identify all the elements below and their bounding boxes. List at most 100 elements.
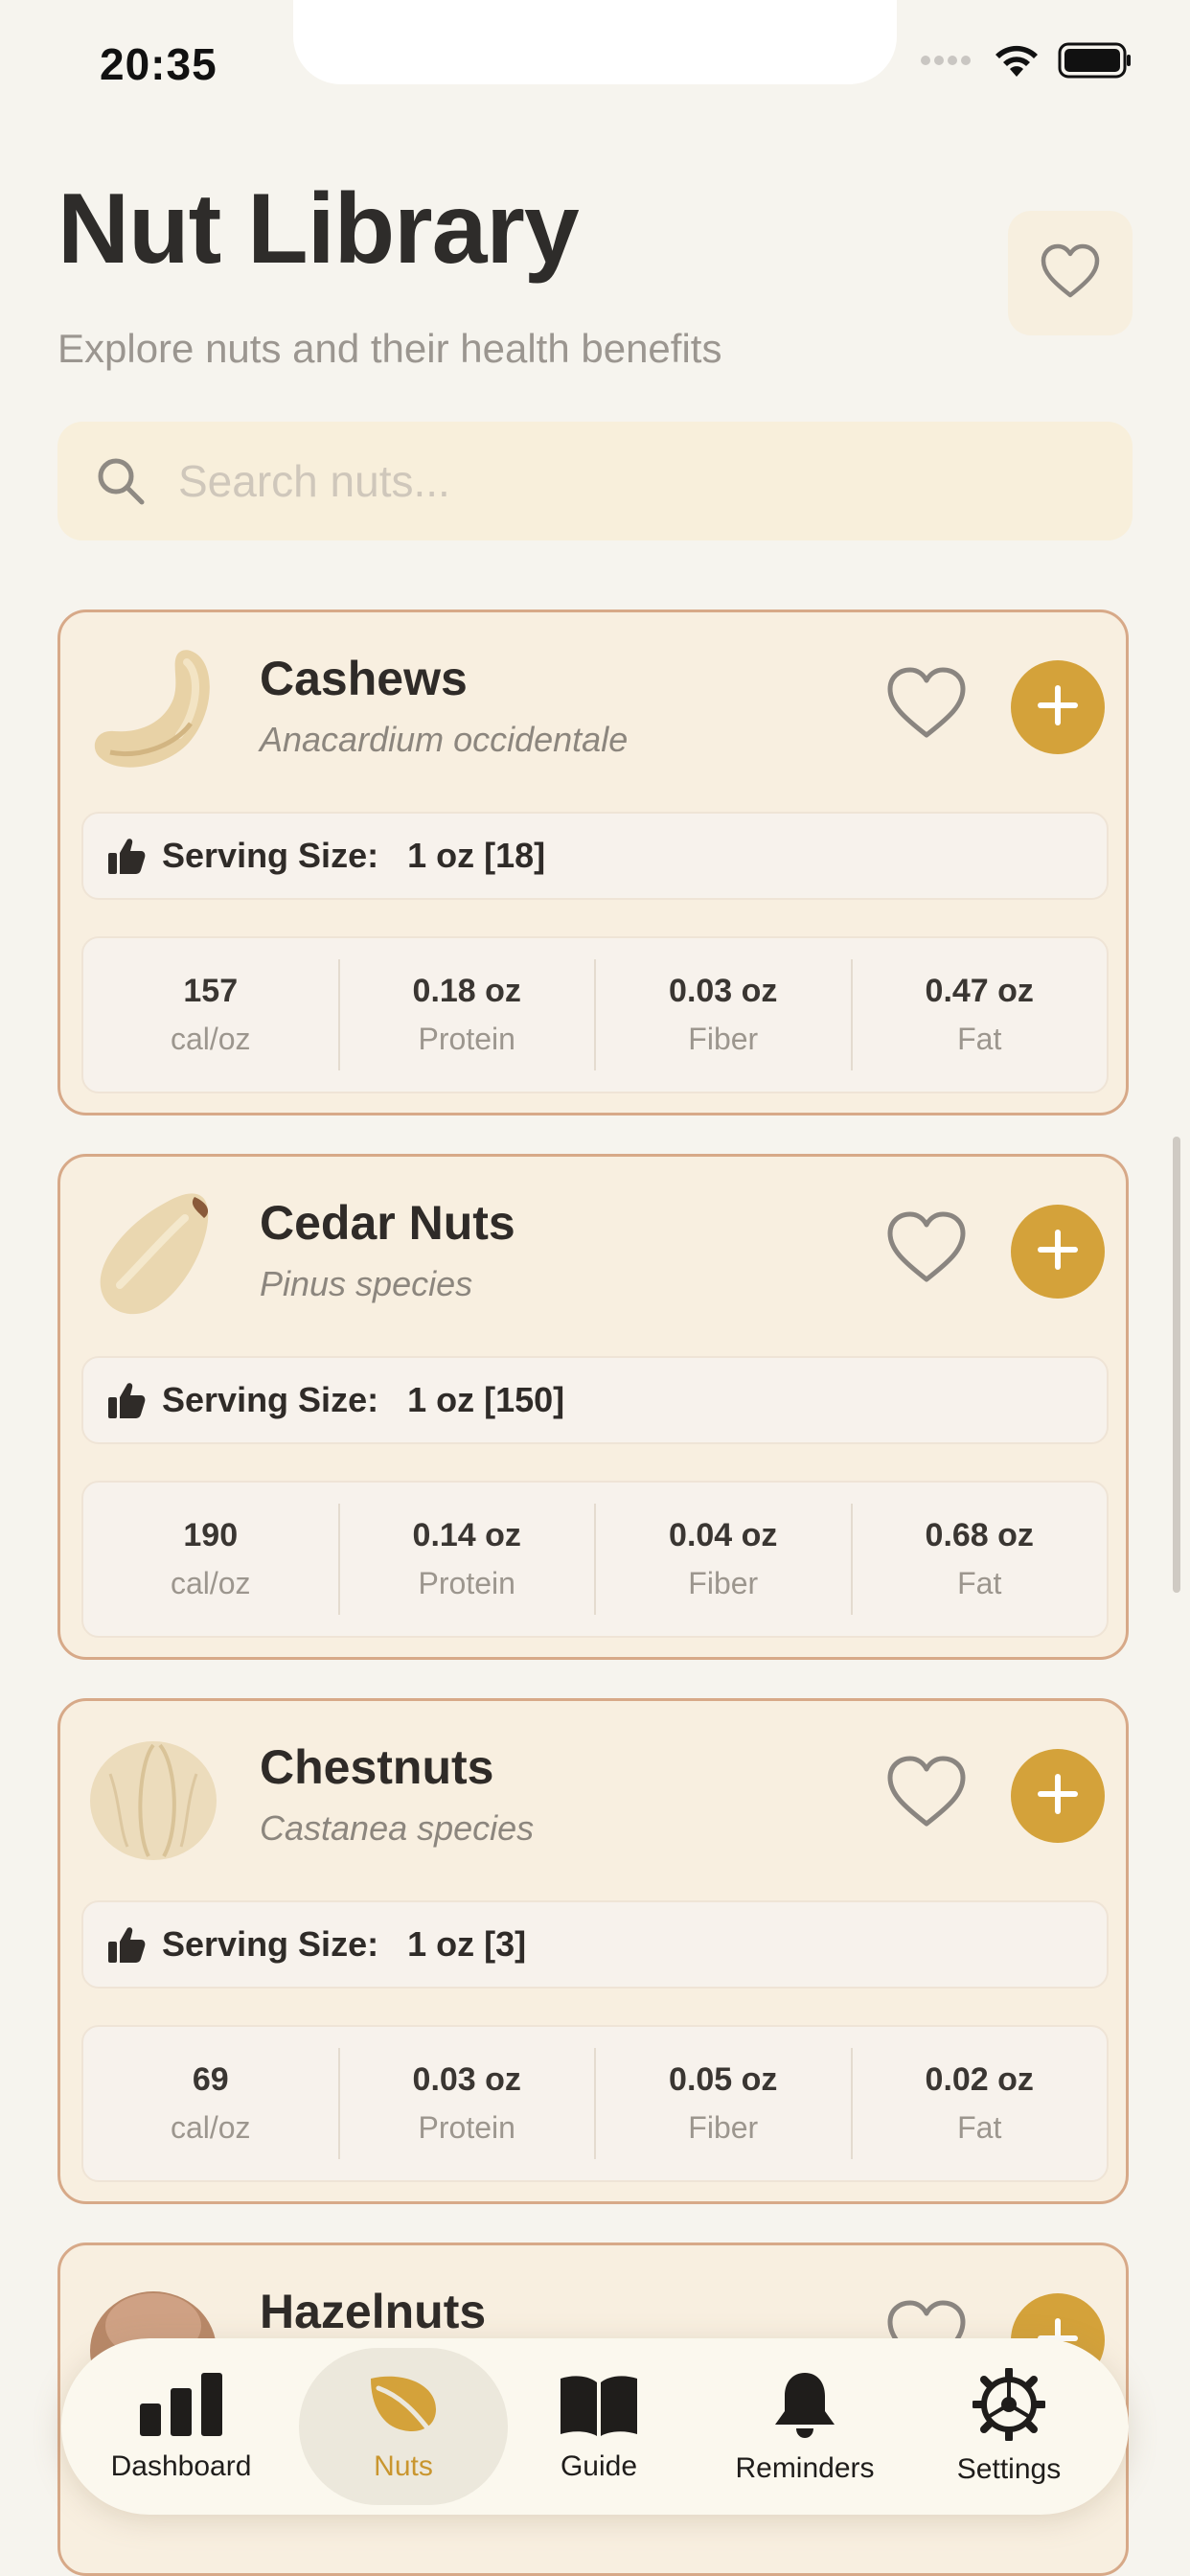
- stat-label: Protein: [418, 1566, 515, 1600]
- stat-fiber: 0.03 oz Fiber: [596, 959, 853, 1070]
- stat-value: 0.03 oz: [669, 973, 778, 1009]
- heart-icon: [885, 1755, 968, 1834]
- thumbs-up-icon: [106, 1380, 147, 1420]
- serving-size-label: Serving Size:: [162, 1924, 379, 1964]
- search-input[interactable]: [176, 454, 1042, 508]
- scrollbar[interactable]: [1173, 1137, 1180, 1593]
- plus-icon: [1035, 1227, 1081, 1277]
- stat-value: 0.47 oz: [925, 973, 1034, 1009]
- search-bar[interactable]: [57, 422, 1133, 540]
- add-button[interactable]: [1011, 660, 1105, 754]
- favorite-button[interactable]: [881, 1751, 973, 1837]
- book-icon: [559, 2371, 639, 2443]
- nut-card[interactable]: Chestnuts Castanea species Serving Size:…: [57, 1698, 1129, 2204]
- stat-value: 157: [183, 973, 239, 1009]
- add-button[interactable]: [1011, 1749, 1105, 1843]
- stat-fat: 0.47 oz Fat: [853, 959, 1108, 1070]
- tab-settings[interactable]: Settings: [927, 2338, 1090, 2515]
- serving-size-label: Serving Size:: [162, 1380, 379, 1419]
- stat-fat: 0.02 oz Fat: [853, 2048, 1108, 2159]
- nut-card[interactable]: Cashews Anacardium occidentale Serving S…: [57, 610, 1129, 1116]
- nutrition-stats: 157 cal/oz 0.18 oz Protein 0.03 oz Fiber…: [81, 936, 1109, 1093]
- cashew-image: [81, 635, 225, 779]
- serving-size-row: Serving Size: 1 oz [150]: [81, 1356, 1109, 1444]
- tab-label: Reminders: [735, 2451, 875, 2484]
- tab-guide[interactable]: Guide: [517, 2338, 680, 2515]
- add-button[interactable]: [1011, 1205, 1105, 1299]
- page-subtitle: Explore nuts and their health benefits: [57, 326, 722, 371]
- nutrition-stats: 190 cal/oz 0.14 oz Protein 0.04 oz Fiber…: [81, 1481, 1109, 1638]
- stat-label: cal/oz: [170, 1022, 251, 1056]
- plus-icon: [1035, 682, 1081, 733]
- plus-icon: [1035, 1771, 1081, 1822]
- serving-size-row: Serving Size: 1 oz [18]: [81, 812, 1109, 900]
- bell-icon: [771, 2369, 838, 2445]
- favorites-filter-button[interactable]: [1008, 211, 1133, 335]
- stat-fiber: 0.04 oz Fiber: [596, 1504, 853, 1615]
- status-icons: [920, 42, 1133, 83]
- serving-size-row: Serving Size: 1 oz [3]: [81, 1900, 1109, 1989]
- stat-label: Protein: [418, 2110, 515, 2145]
- tab-label: Dashboard: [110, 2450, 252, 2482]
- stat-label: Protein: [418, 1022, 515, 1056]
- nutrition-stats: 69 cal/oz 0.03 oz Protein 0.05 oz Fiber …: [81, 2025, 1109, 2182]
- favorite-button[interactable]: [881, 662, 973, 748]
- stat-fiber: 0.05 oz Fiber: [596, 2048, 853, 2159]
- battery-icon: [1058, 42, 1133, 83]
- stat-value: 0.18 oz: [412, 973, 521, 1009]
- stat-protein: 0.18 oz Protein: [340, 959, 596, 1070]
- nut-scientific-name: Castanea species: [260, 1808, 535, 1848]
- nut-name: Cedar Nuts: [260, 1196, 515, 1250]
- stat-value: 0.05 oz: [669, 2061, 778, 2098]
- serving-size-value: 1 oz [150]: [407, 1380, 565, 1419]
- search-icon: [94, 454, 148, 508]
- notch: [293, 0, 897, 84]
- stat-value: 0.14 oz: [412, 1517, 521, 1553]
- stat-value: 0.04 oz: [669, 1517, 778, 1553]
- signal-icon: [920, 54, 975, 72]
- bar-chart-icon: [138, 2371, 224, 2443]
- stat-calories: 157 cal/oz: [83, 959, 340, 1070]
- stat-value: 190: [183, 1517, 239, 1553]
- stat-value: 0.02 oz: [925, 2061, 1034, 2098]
- serving-size-value: 1 oz [3]: [407, 1924, 527, 1964]
- stat-calories: 190 cal/oz: [83, 1504, 340, 1615]
- nut-card[interactable]: Cedar Nuts Pinus species Serving Size: 1…: [57, 1154, 1129, 1660]
- stat-fat: 0.68 oz Fat: [853, 1504, 1108, 1615]
- tab-label: Settings: [956, 2452, 1062, 2485]
- serving-size-value: 1 oz [18]: [407, 836, 546, 875]
- stat-value: 0.03 oz: [412, 2061, 521, 2098]
- nut-scientific-name: Pinus species: [260, 1264, 473, 1303]
- tab-reminders[interactable]: Reminders: [709, 2338, 901, 2515]
- status-bar: 20:35: [0, 0, 1190, 105]
- chestnut-image: [81, 1724, 225, 1868]
- stat-label: Fiber: [688, 1022, 759, 1056]
- thumbs-up-icon: [106, 836, 147, 876]
- leaf-icon: [365, 2371, 442, 2443]
- status-time: 20:35: [100, 39, 217, 89]
- stat-label: cal/oz: [170, 2110, 251, 2145]
- tab-nuts[interactable]: Nuts: [322, 2338, 485, 2515]
- stat-label: Fat: [957, 2110, 1002, 2145]
- cedar-nut-image: [81, 1180, 225, 1323]
- serving-size-label: Serving Size:: [162, 836, 379, 875]
- nut-scientific-name: Anacardium occidentale: [260, 720, 629, 759]
- stat-value: 0.68 oz: [925, 1517, 1034, 1553]
- stat-label: Fiber: [688, 1566, 759, 1600]
- stat-label: Fat: [957, 1022, 1002, 1056]
- tab-dashboard[interactable]: Dashboard: [100, 2338, 263, 2515]
- nut-name: Chestnuts: [260, 1740, 494, 1794]
- favorite-button[interactable]: [881, 1207, 973, 1293]
- gear-icon: [971, 2365, 1047, 2446]
- tab-label: Guide: [560, 2450, 638, 2482]
- tab-bar: Dashboard Nuts Guide Reminders Settings: [61, 2338, 1129, 2515]
- thumbs-up-icon: [106, 1924, 147, 1965]
- page-title: Nut Library: [57, 173, 580, 285]
- wifi-icon: [993, 42, 1041, 83]
- stat-label: Fiber: [688, 2110, 759, 2145]
- nut-name: Cashews: [260, 652, 468, 705]
- stat-protein: 0.14 oz Protein: [340, 1504, 596, 1615]
- stat-value: 69: [192, 2061, 229, 2098]
- heart-icon: [885, 1210, 968, 1290]
- nut-name: Hazelnuts: [260, 2285, 487, 2338]
